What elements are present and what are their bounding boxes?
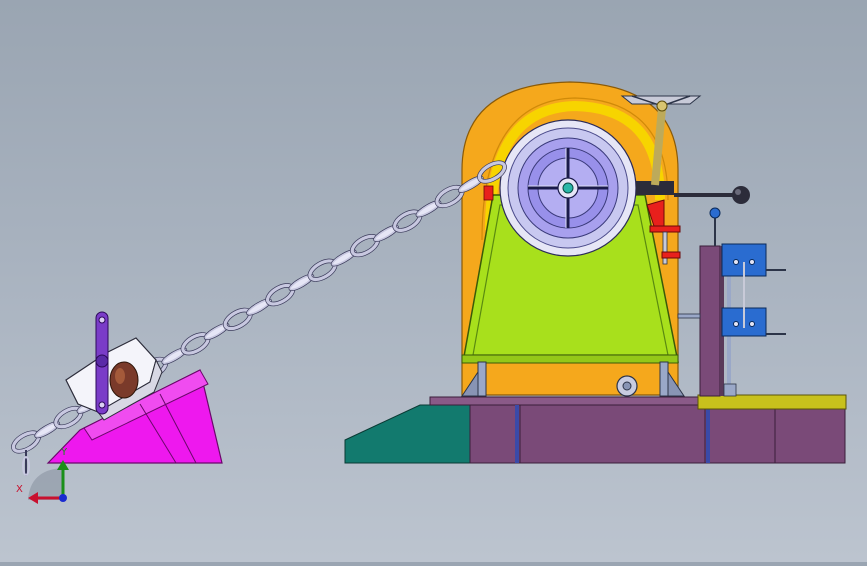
cad-viewport[interactable]: X Y bbox=[0, 0, 867, 562]
triad-x-label: X bbox=[16, 484, 23, 495]
lifting-eye-hole bbox=[622, 381, 632, 391]
control-bolt-3 bbox=[733, 321, 739, 327]
stopper-lever-bottom-hole bbox=[98, 401, 106, 409]
brake-lever-ball-hi bbox=[735, 189, 741, 195]
base-block-end[interactable] bbox=[774, 404, 846, 464]
base-strut-blue-2 bbox=[706, 405, 710, 463]
drum-axle bbox=[562, 182, 574, 194]
base-block-middle[interactable] bbox=[519, 404, 706, 464]
foot-left bbox=[477, 361, 487, 397]
red-tab-left bbox=[483, 185, 494, 201]
control-bolt-1 bbox=[733, 259, 739, 265]
control-knob[interactable] bbox=[709, 207, 721, 219]
brake-clamp-bracket bbox=[649, 225, 681, 233]
base-strut-blue bbox=[515, 405, 519, 463]
stopper-lever-pivot bbox=[95, 354, 109, 368]
top-plate-olive[interactable] bbox=[697, 394, 847, 410]
stopper-lever-top-hole bbox=[98, 316, 106, 324]
control-bolt-2 bbox=[749, 259, 755, 265]
control-base-collar bbox=[723, 383, 737, 397]
control-post[interactable] bbox=[699, 245, 721, 397]
base-block-right[interactable] bbox=[704, 404, 776, 464]
control-strut bbox=[677, 313, 701, 319]
control-bolt-4 bbox=[749, 321, 755, 327]
coordinate-triad bbox=[28, 460, 69, 504]
base-ramp-teal[interactable] bbox=[344, 404, 471, 464]
base-bed-plate[interactable] bbox=[429, 396, 701, 406]
brake-screw[interactable] bbox=[662, 231, 668, 265]
foot-right bbox=[659, 361, 669, 397]
support-frame-foot bbox=[461, 354, 679, 364]
windlass-assembly-drawing[interactable] bbox=[0, 0, 867, 562]
brake-nut bbox=[661, 251, 681, 259]
brake-lever-ball[interactable] bbox=[732, 186, 750, 204]
stopper-roller-hi bbox=[115, 368, 125, 384]
triad-y-label: Y bbox=[61, 447, 68, 458]
base-block-left[interactable] bbox=[469, 404, 521, 464]
triad-z-origin bbox=[59, 494, 67, 502]
handwheel-hub[interactable] bbox=[656, 100, 668, 112]
